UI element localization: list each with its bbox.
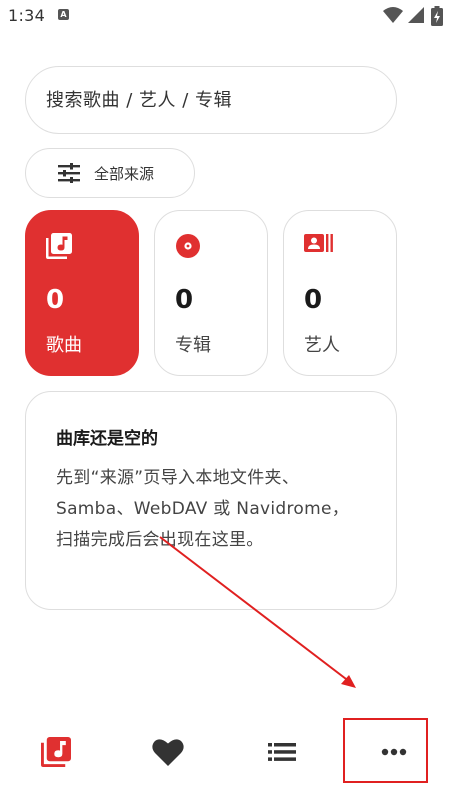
source-filter-button[interactable]: 全部来源 [25, 148, 195, 198]
album-disc-icon [176, 234, 200, 258]
nav-playlists[interactable] [226, 712, 338, 792]
music-library-icon [41, 737, 71, 767]
battery-charging-icon [431, 6, 443, 26]
stat-card-songs[interactable]: 0 歌曲 [25, 210, 139, 376]
nav-library[interactable] [0, 712, 112, 792]
source-filter-label: 全部来源 [94, 164, 155, 183]
search-bar[interactable] [25, 66, 397, 134]
albums-count: 0 [175, 285, 194, 315]
songs-label: 歌曲 [46, 335, 82, 356]
artists-label: 艺人 [304, 335, 340, 356]
music-library-icon [46, 233, 72, 259]
artists-count: 0 [304, 285, 323, 315]
empty-library-card: 曲库还是空的 先到“来源”页导入本地文件夹、Samba、WebDAV 或 Nav… [25, 391, 397, 610]
albums-label: 专辑 [175, 335, 211, 356]
playlist-icon [268, 743, 296, 761]
app-screen: 1:34 A 全部来源 [0, 0, 450, 801]
status-bar: 1:34 A [0, 0, 450, 32]
heart-icon [152, 739, 184, 766]
empty-state-title: 曲库还是空的 [56, 429, 158, 449]
status-time: 1:34 [8, 6, 46, 25]
wifi-icon [383, 7, 403, 23]
search-input[interactable] [46, 89, 396, 111]
artist-card-icon [304, 234, 333, 252]
tune-icon [58, 163, 80, 183]
nav-favorites[interactable] [112, 712, 224, 792]
stat-card-albums[interactable]: 0 专辑 [154, 210, 268, 376]
signal-icon [408, 7, 424, 23]
annotation-highlight-box [343, 718, 428, 783]
songs-count: 0 [46, 285, 65, 315]
notification-icon: A [58, 9, 69, 20]
stat-card-artists[interactable]: 0 艺人 [283, 210, 397, 376]
empty-state-body: 先到“来源”页导入本地文件夹、Samba、WebDAV 或 Navidrome，… [56, 468, 350, 550]
